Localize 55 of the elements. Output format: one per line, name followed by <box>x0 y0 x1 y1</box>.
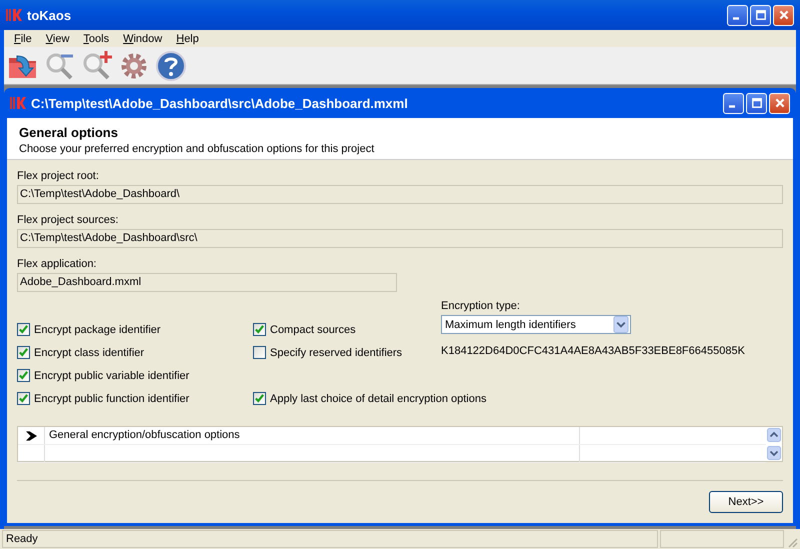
checkbox-label: Compact sources <box>270 324 356 336</box>
input-field[interactable]: C:\Temp\test\Adobe_Dashboard\ <box>17 185 783 204</box>
minimize-icon <box>733 16 739 20</box>
header-title: General options <box>19 125 119 140</box>
logo-icon <box>10 97 26 109</box>
field-label: Encryption type: <box>441 300 521 312</box>
menu-item[interactable]: File <box>7 32 39 44</box>
menu-item[interactable]: Help <box>169 32 206 44</box>
menu-item[interactable]: View <box>38 32 76 44</box>
maximize-icon <box>750 97 762 109</box>
input-field[interactable]: C:\Temp\test\Adobe_Dashboard\src\ <box>17 229 783 248</box>
menu-item[interactable]: Tools <box>76 32 116 44</box>
scroll-up-icon[interactable] <box>767 428 781 442</box>
document-title: C:\Temp\test\Adobe_Dashboard\src\Adobe_Dashboard.mxml <box>31 96 408 110</box>
input-field[interactable]: Adobe_Dashboard.mxml <box>17 273 397 292</box>
maximize-button[interactable] <box>746 92 767 114</box>
checkbox-label: Encrypt public variable identifier <box>34 370 190 382</box>
encryption-type-dropdown[interactable]: Maximum length identifiers <box>441 315 631 334</box>
checkbox-label: Specify reserved identifiers <box>270 346 402 358</box>
zoom-in-icon[interactable] <box>81 50 113 82</box>
field-label: Flex application: <box>17 258 98 270</box>
maximize-button[interactable] <box>750 4 771 26</box>
status-text: Ready <box>2 530 658 548</box>
close-button[interactable] <box>769 92 790 114</box>
checkbox[interactable] <box>17 323 30 336</box>
checkbox-label: Encrypt public function identifier <box>34 392 190 404</box>
field-label: Flex project root: <box>17 170 100 182</box>
grid-row[interactable]: General encryption/obfuscation options <box>18 427 766 445</box>
resize-grip-icon[interactable] <box>786 536 798 548</box>
checkbox[interactable] <box>253 346 266 359</box>
checkbox[interactable] <box>17 346 30 359</box>
logo-icon <box>6 9 22 21</box>
checkbox[interactable] <box>17 392 30 405</box>
checkbox[interactable] <box>17 369 30 382</box>
help-icon[interactable] <box>155 50 187 82</box>
checkbox[interactable] <box>253 323 266 336</box>
checkbox-label: Encrypt package identifier <box>34 324 161 336</box>
window-title: toKaos <box>27 8 72 22</box>
minimize-icon <box>729 104 735 108</box>
checkbox-label: Encrypt class identifier <box>34 346 144 358</box>
grid-cell: General encryption/obfuscation options <box>45 427 580 444</box>
checkbox-label: Apply last choice of detail encryption options <box>270 392 486 404</box>
minimize-button[interactable] <box>723 92 744 114</box>
header-subtitle: Choose your preferred encryption and obfuscation options for this project <box>19 143 376 155</box>
scroll-down-icon[interactable] <box>767 446 781 460</box>
close-icon <box>778 9 790 21</box>
close-icon <box>774 97 786 109</box>
minimize-button[interactable] <box>727 4 748 26</box>
maximize-icon <box>754 9 766 21</box>
field-label: Flex project sources: <box>17 214 120 226</box>
close-button[interactable] <box>773 4 794 26</box>
next-button[interactable]: Next>> <box>709 491 783 513</box>
key-text: K184122D64D0CFC431A4AE8A43AB5F33EBE8F66455085K <box>441 345 745 357</box>
checkbox[interactable] <box>253 392 266 405</box>
menu-item[interactable]: Window <box>116 32 170 44</box>
